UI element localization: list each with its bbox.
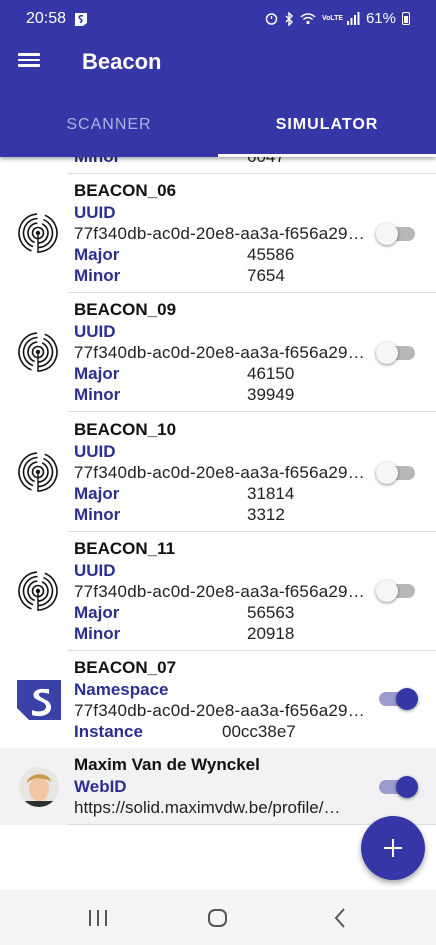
major-label: Major	[74, 245, 120, 264]
beacon-broadcast-icon	[18, 213, 58, 253]
list-item-beacon[interactable]: BEACON_06 UUID 77f340db-ac0d-20e8-aa3a-f…	[0, 174, 436, 293]
instance-value: 00cc38e7	[222, 722, 296, 741]
uuid-value: 77f340db-ac0d-20e8-aa3a-f656a29…	[74, 582, 365, 601]
list-item-user[interactable]: Maxim Van de Wynckel WebID https://solid…	[0, 748, 436, 825]
beacon-name: BEACON_06	[74, 181, 177, 200]
beacon-toggle[interactable]	[376, 461, 417, 485]
status-bar: 20:58 VoLTE 61%	[0, 0, 436, 38]
major-label: Major	[74, 364, 120, 383]
minor-label: Minor	[74, 385, 121, 404]
user-toggle[interactable]	[377, 775, 418, 799]
user-avatar	[19, 767, 59, 807]
minor-value: 3312	[247, 505, 285, 524]
beacon-broadcast-icon	[18, 452, 58, 492]
wifi-calling-icon	[300, 13, 316, 25]
back-icon[interactable]	[329, 906, 353, 930]
signal-icon	[346, 12, 360, 25]
beacon-toggle[interactable]	[376, 222, 417, 246]
list-item-beacon[interactable]: BEACON_07 Namespace 77f340db-ac0d-20e8-a…	[0, 651, 436, 748]
home-icon[interactable]	[206, 906, 230, 930]
minor-label: Minor	[74, 624, 121, 643]
uuid-value: 77f340db-ac0d-20e8-aa3a-f656a29…	[74, 224, 365, 243]
major-value: 45586	[247, 245, 295, 264]
solid-logo-icon	[17, 680, 61, 720]
hamburger-menu-icon[interactable]	[18, 50, 46, 74]
instance-label: Instance	[74, 722, 143, 741]
webid-label: WebID	[74, 777, 127, 796]
battery-percent: 61%	[365, 10, 396, 27]
app-title: Beacon	[82, 49, 162, 74]
tab-simulator[interactable]: SIMULATOR	[218, 100, 436, 157]
navigation-bar	[0, 890, 436, 945]
status-icons: VoLTE 61%	[265, 10, 410, 27]
battery-icon	[402, 12, 410, 25]
alarm-icon	[265, 13, 278, 25]
major-value: 56563	[247, 603, 295, 622]
volte-icon: VoLTE	[321, 15, 344, 22]
list-item-beacon[interactable]: BEACON_09 UUID 77f340db-ac0d-20e8-aa3a-f…	[0, 293, 436, 412]
tab-scanner[interactable]: SCANNER	[0, 100, 218, 157]
bluetooth-icon	[285, 11, 293, 26]
uuid-label: UUID	[74, 203, 116, 222]
shield-icon	[75, 13, 87, 26]
uuid-value: 77f340db-ac0d-20e8-aa3a-f656a29…	[74, 343, 365, 362]
screen: Minor 6047 BEACON_06 UUID 77f340db-ac0d-…	[0, 0, 436, 945]
beacon-name: BEACON_11	[74, 539, 176, 558]
app-bar: 20:58 VoLTE 61% Beacon SCANNER SIMULATOR	[0, 0, 436, 157]
uuid-label: UUID	[74, 322, 116, 341]
namespace-label: Namespace	[74, 680, 169, 699]
minor-label: Minor	[74, 266, 121, 285]
beacon-name: BEACON_07	[74, 658, 177, 677]
major-label: Major	[74, 603, 120, 622]
user-name: Maxim Van de Wynckel	[74, 755, 260, 774]
webid-value: https://solid.maximvdw.be/profile/…	[74, 798, 341, 817]
beacon-toggle[interactable]	[376, 579, 417, 603]
divider	[68, 173, 436, 174]
minor-value: 7654	[247, 266, 285, 285]
uuid-label: UUID	[74, 561, 116, 580]
namespace-value: 77f340db-ac0d-20e8-aa3a-f656a29…	[74, 701, 365, 720]
tab-bar: SCANNER SIMULATOR	[0, 100, 436, 157]
beacon-broadcast-icon	[18, 571, 58, 611]
beacon-toggle[interactable]	[376, 341, 417, 365]
major-label: Major	[74, 484, 120, 503]
major-value: 46150	[247, 364, 295, 383]
minor-value: 39949	[247, 385, 295, 404]
recent-apps-icon[interactable]	[86, 906, 110, 930]
minor-label: Minor	[74, 505, 121, 524]
beacon-toggle[interactable]	[377, 687, 418, 711]
list-item-beacon[interactable]: BEACON_11 UUID 77f340db-ac0d-20e8-aa3a-f…	[0, 532, 436, 651]
major-value: 31814	[247, 484, 295, 503]
status-time: 20:58	[26, 10, 67, 27]
list-item-beacon[interactable]: BEACON_10 UUID 77f340db-ac0d-20e8-aa3a-f…	[0, 412, 436, 532]
beacon-name: BEACON_10	[74, 420, 177, 439]
beacon-broadcast-icon	[18, 332, 58, 372]
toolbar: Beacon	[0, 38, 436, 86]
add-beacon-button[interactable]	[361, 816, 425, 880]
uuid-label: UUID	[74, 442, 116, 461]
minor-value: 20918	[247, 624, 295, 643]
beacon-name: BEACON_09	[74, 300, 177, 319]
uuid-value: 77f340db-ac0d-20e8-aa3a-f656a29…	[74, 463, 365, 482]
